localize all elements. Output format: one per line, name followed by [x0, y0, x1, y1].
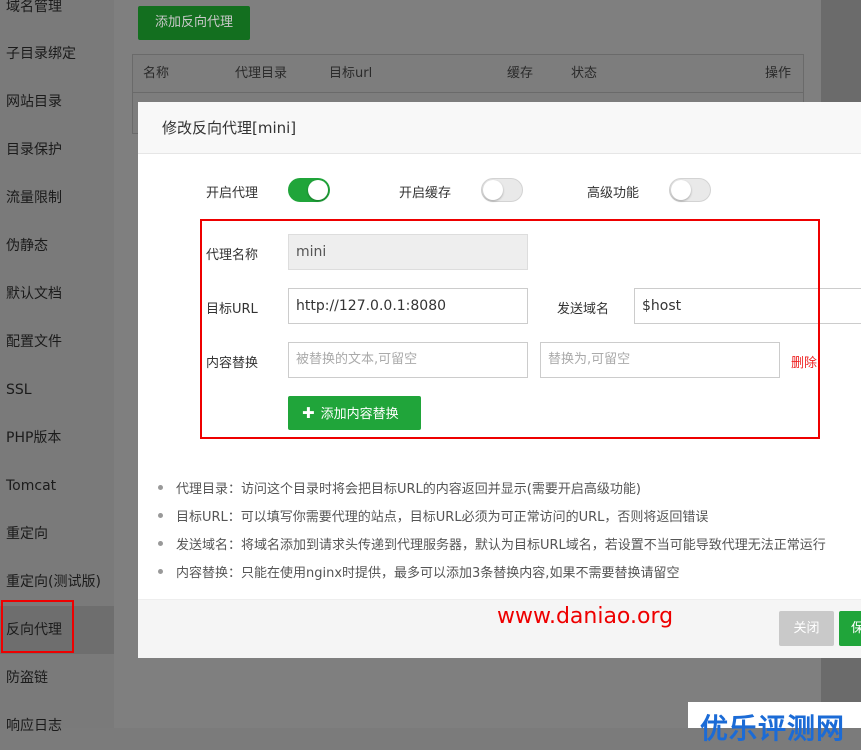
sidebar-item-site-dir[interactable]: 网站目录 — [0, 78, 114, 126]
watermark-text: www.daniao.org — [497, 604, 674, 629]
site-logo: 优乐评测网 — [700, 712, 846, 745]
close-button[interactable]: 关闭 — [779, 611, 834, 646]
sidebar-item-tomcat[interactable]: Tomcat — [0, 462, 114, 510]
sidebar-item-redirect[interactable]: 重定向 — [0, 510, 114, 558]
highlight-box-sidebar — [1, 600, 74, 653]
enable-cache-label: 开启缓存 — [399, 186, 452, 201]
sidebar-item-dir-protect[interactable]: 目录保护 — [0, 126, 114, 174]
enable-proxy-toggle[interactable] — [288, 178, 330, 202]
toggle-knob — [308, 180, 328, 200]
advanced-toggle[interactable] — [669, 178, 711, 202]
sidebar-item-php[interactable]: PHP版本 — [0, 414, 114, 462]
sidebar-item-rewrite[interactable]: 伪静态 — [0, 222, 114, 270]
toggle-knob — [671, 180, 691, 200]
toggle-knob — [483, 180, 503, 200]
sidebar-item-subdir[interactable]: 子目录绑定 — [0, 30, 114, 78]
column-cache: 缓存 — [507, 66, 534, 81]
edit-proxy-dialog: 修改反向代理[mini] 开启代理 开启缓存 高级功能 代理名称 mini 目标… — [138, 102, 861, 658]
bullet-icon — [158, 513, 163, 518]
sidebar-item-domain[interactable]: 域名管理 — [0, 0, 114, 31]
sidebar-item-response-log[interactable]: 响应日志 — [0, 702, 114, 750]
highlight-box-form — [200, 219, 820, 439]
bullet-icon — [158, 569, 163, 574]
column-name: 名称 — [143, 66, 170, 81]
dialog-title: 修改反向代理[mini] — [138, 102, 861, 154]
sidebar-item-hotlink[interactable]: 防盗链 — [0, 654, 114, 702]
sidebar-item-redirect-beta[interactable]: 重定向(测试版) — [0, 558, 114, 606]
advanced-label: 高级功能 — [587, 186, 640, 201]
column-target-url: 目标url — [329, 66, 373, 81]
bullet-icon — [158, 485, 163, 490]
sidebar-item-default-doc[interactable]: 默认文档 — [0, 270, 114, 318]
column-actions: 操作 — [765, 66, 792, 81]
enable-proxy-label: 开启代理 — [206, 186, 259, 201]
enable-cache-toggle[interactable] — [481, 178, 523, 202]
column-status: 状态 — [571, 66, 598, 81]
save-button[interactable]: 保存 — [839, 611, 861, 646]
bullet-icon — [158, 541, 163, 546]
sidebar-item-ssl[interactable]: SSL — [0, 366, 114, 414]
add-reverse-proxy-button[interactable]: 添加反向代理 — [138, 6, 250, 40]
proxy-table-header: 名称 代理目录 目标url 缓存 状态 操作 — [132, 54, 804, 93]
column-proxy-dir: 代理目录 — [235, 66, 288, 81]
sidebar-item-config[interactable]: 配置文件 — [0, 318, 114, 366]
sidebar-item-traffic-limit[interactable]: 流量限制 — [0, 174, 114, 222]
